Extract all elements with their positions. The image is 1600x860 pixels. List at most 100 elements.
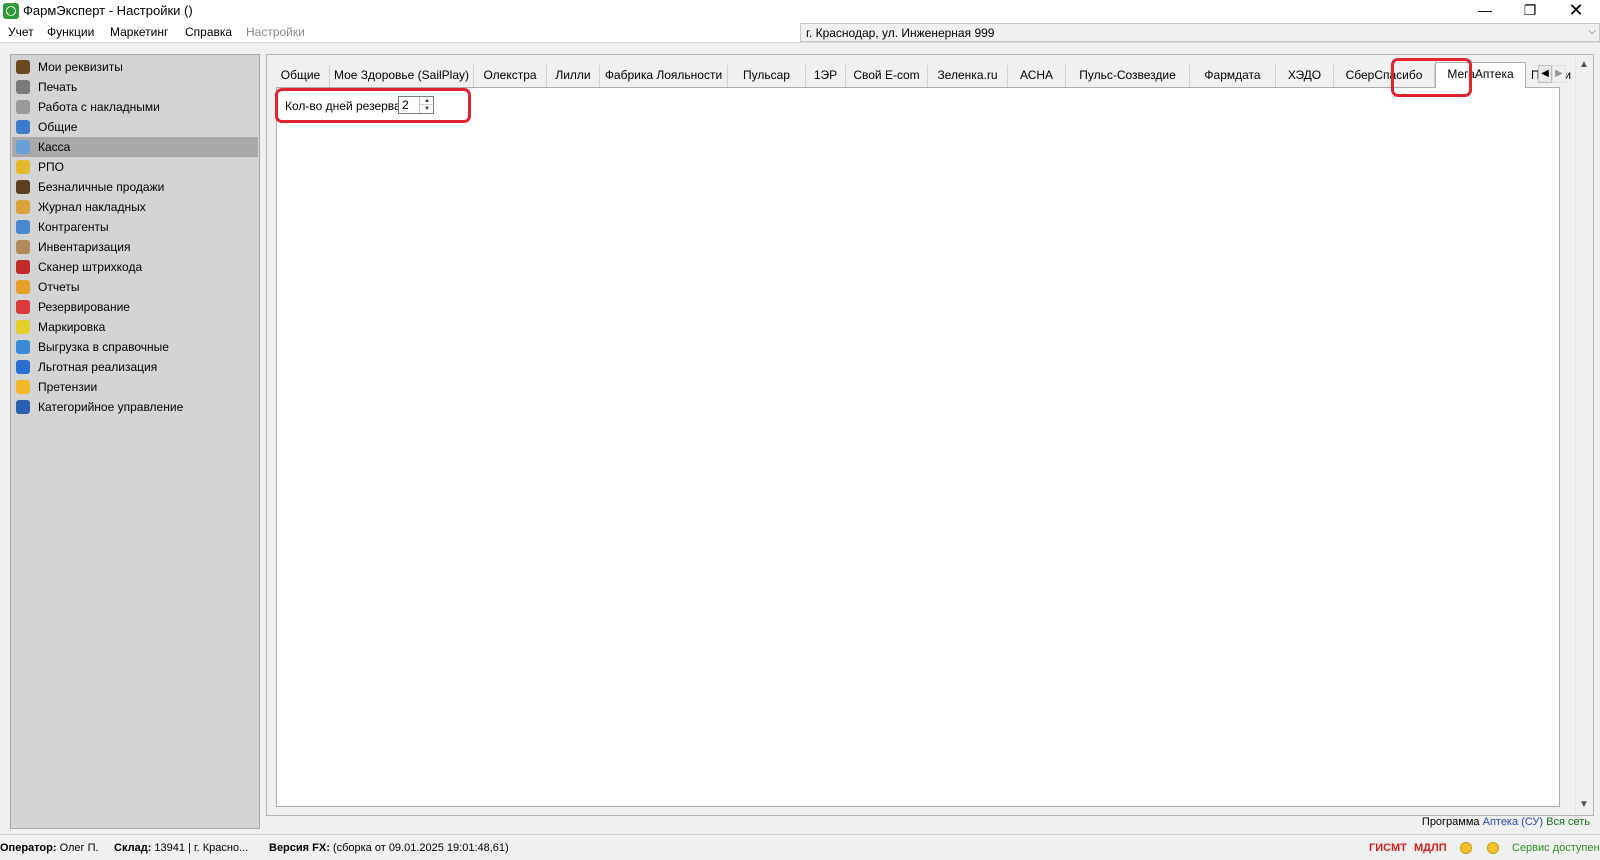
sidebar-item-label: Мои реквизиты [38, 60, 123, 74]
reserve-days-label: Кол-во дней резерва [285, 99, 401, 113]
menu-help[interactable]: Справка [185, 25, 232, 39]
tab-general[interactable]: Общие [272, 65, 330, 87]
sidebar-item-label: Категорийное управление [38, 400, 184, 414]
sidebar-item-label: Журнал накладных [38, 200, 146, 214]
tab-scroll-right-button[interactable]: ▶ [1552, 65, 1566, 83]
operator-info: Оператор: Олег П. [0, 842, 99, 854]
sidebar-item-requisites[interactable]: Мои реквизиты [12, 57, 258, 77]
category-icon [16, 400, 30, 414]
reserve-icon [16, 300, 30, 314]
tab-puls-sozvezdie[interactable]: Пульс-Созвездие [1066, 65, 1190, 87]
sidebar-item-inventory[interactable]: Инвентаризация [12, 237, 258, 257]
sidebar-item-benefit-sales[interactable]: Льготная реализация [12, 357, 258, 377]
menu-settings[interactable]: Настройки [246, 25, 305, 39]
sidebar-item-cashless[interactable]: Безналичные продажи [12, 177, 258, 197]
sidebar-item-print[interactable]: Печать [12, 77, 258, 97]
tab-farmdata[interactable]: Фармдата [1190, 65, 1276, 87]
contractors-icon [16, 220, 30, 234]
status-indicator-icon [1460, 842, 1472, 854]
inventory-icon [16, 240, 30, 254]
tab-svoy-ecom[interactable]: Свой E-com [846, 65, 928, 87]
scroll-down-icon[interactable]: ▼ [1579, 799, 1589, 810]
address-value: г. Краснодар, ул. Инженерная 999 [806, 26, 995, 40]
sidebar-item-marking[interactable]: Маркировка [12, 317, 258, 337]
tab-hedo[interactable]: ХЭДО [1276, 65, 1334, 87]
claims-icon [16, 380, 30, 394]
tab-page-megaapteka [276, 87, 1560, 807]
sidebar-item-contractors[interactable]: Контрагенты [12, 217, 258, 237]
tab-megaapteka[interactable]: МегаАптека [1435, 62, 1526, 88]
spin-up-button[interactable]: ▲ [420, 97, 434, 105]
sidebar-item-invoices-work[interactable]: Работа с накладными [12, 97, 258, 117]
app-logo-icon [3, 3, 19, 19]
restore-button[interactable]: ❐ [1507, 0, 1553, 22]
version-info: Версия FX: (сборка от 09.01.2025 19:01:4… [269, 842, 509, 854]
sidebar-item-label: РПО [38, 160, 64, 174]
document-icon [16, 100, 30, 114]
tab-scroll-left-button[interactable]: ◀ [1538, 65, 1552, 83]
sidebar-item-cash[interactable]: Касса [12, 137, 258, 157]
sidebar-item-label: Контрагенты [38, 220, 109, 234]
chevron-down-icon: ⌵ [1588, 26, 1596, 37]
menu-functions[interactable]: Функции [47, 25, 94, 39]
sidebar-item-rpo[interactable]: РПО [12, 157, 258, 177]
marking-icon [16, 320, 30, 334]
minimize-button[interactable]: — [1462, 0, 1508, 22]
tab-sberspasibo[interactable]: СберСпасибо [1334, 65, 1435, 87]
sidebar-item-label: Резервирование [38, 300, 130, 314]
sidebar-item-reservation[interactable]: Резервирование [12, 297, 258, 317]
tab-1er[interactable]: 1ЭР [806, 65, 846, 87]
sidebar-item-general[interactable]: Общие [12, 117, 258, 137]
sidebar-item-label: Печать [38, 80, 78, 94]
tab-loyalty-factory[interactable]: Фабрика Лояльности [600, 65, 728, 87]
reserve-days-spinner[interactable]: ▲ ▼ [398, 96, 434, 114]
export-icon [16, 340, 30, 354]
tab-lilli[interactable]: Лилли [547, 65, 600, 87]
cash-register-icon [16, 140, 30, 154]
sidebar-item-reports[interactable]: Отчеты [12, 277, 258, 297]
sidebar-item-label: Выгрузка в справочные [38, 340, 169, 354]
integration-tabs: Общие Мое Здоровье (SailPlay) Олекстра Л… [272, 62, 1576, 88]
sidebar-item-label: Отчеты [38, 280, 80, 294]
sidebar-item-barcode-scanner[interactable]: Сканер штрихкода [12, 257, 258, 277]
sidebar-item-claims[interactable]: Претензии [12, 377, 258, 397]
sidebar-item-label: Инвентаризация [38, 240, 131, 254]
sidebar-item-category-management[interactable]: Категорийное управление [12, 397, 258, 417]
rpo-icon [16, 160, 30, 174]
barcode-icon [16, 260, 30, 274]
mdlp-status[interactable]: МДЛП [1414, 842, 1447, 854]
window-title: ФармЭксперт - Настройки () [23, 3, 193, 18]
content-scrollbar[interactable]: ▲ ▼ [1575, 56, 1593, 813]
sidebar-item-label: Сканер штрихкода [38, 260, 143, 274]
settings-sidebar: Мои реквизиты Печать Работа с накладными… [10, 54, 260, 829]
tab-olekstra[interactable]: Олекстра [474, 65, 547, 87]
close-button[interactable]: ✕ [1553, 0, 1599, 22]
sidebar-item-export-references[interactable]: Выгрузка в справочные [12, 337, 258, 357]
program-network: Вся сеть [1546, 816, 1590, 828]
sidebar-item-label: Общие [38, 120, 78, 134]
menu-marketing[interactable]: Маркетинг [110, 25, 168, 39]
tab-moe-zdorovie[interactable]: Мое Здоровье (SailPlay) [330, 65, 474, 87]
spin-down-button[interactable]: ▼ [420, 105, 434, 113]
gismt-status[interactable]: ГИСМТ [1369, 842, 1407, 854]
reserve-days-input[interactable] [400, 98, 418, 112]
benefit-icon [16, 360, 30, 374]
menu-uchet[interactable]: Учет [8, 25, 34, 39]
sidebar-item-label: Маркировка [38, 320, 106, 334]
reports-icon [16, 280, 30, 294]
warehouse-info: Склад: 13941 | г. Красно... [114, 842, 249, 854]
menu-bar: Учет Функции Маркетинг Справка Настройки… [0, 22, 1600, 43]
sidebar-item-label: Безналичные продажи [38, 180, 165, 194]
address-select[interactable]: г. Краснодар, ул. Инженерная 999 ⌵ [800, 23, 1600, 42]
tab-zelenka[interactable]: Зеленка.ru [928, 65, 1008, 87]
sidebar-item-label: Работа с накладными [38, 100, 160, 114]
sidebar-item-invoice-journal[interactable]: Журнал накладных [12, 197, 258, 217]
title-bar: ФармЭксперт - Настройки () — ❐ ✕ [0, 0, 1600, 22]
tab-asna[interactable]: АСНА [1008, 65, 1066, 87]
service-status: Сервис доступен [1512, 842, 1600, 854]
scroll-up-icon[interactable]: ▲ [1579, 59, 1589, 70]
tab-pulsar[interactable]: Пульсар [728, 65, 806, 87]
sidebar-item-label: Претензии [38, 380, 98, 394]
card-payment-icon [16, 180, 30, 194]
program-name-link[interactable]: Аптека (СУ) [1483, 816, 1543, 828]
